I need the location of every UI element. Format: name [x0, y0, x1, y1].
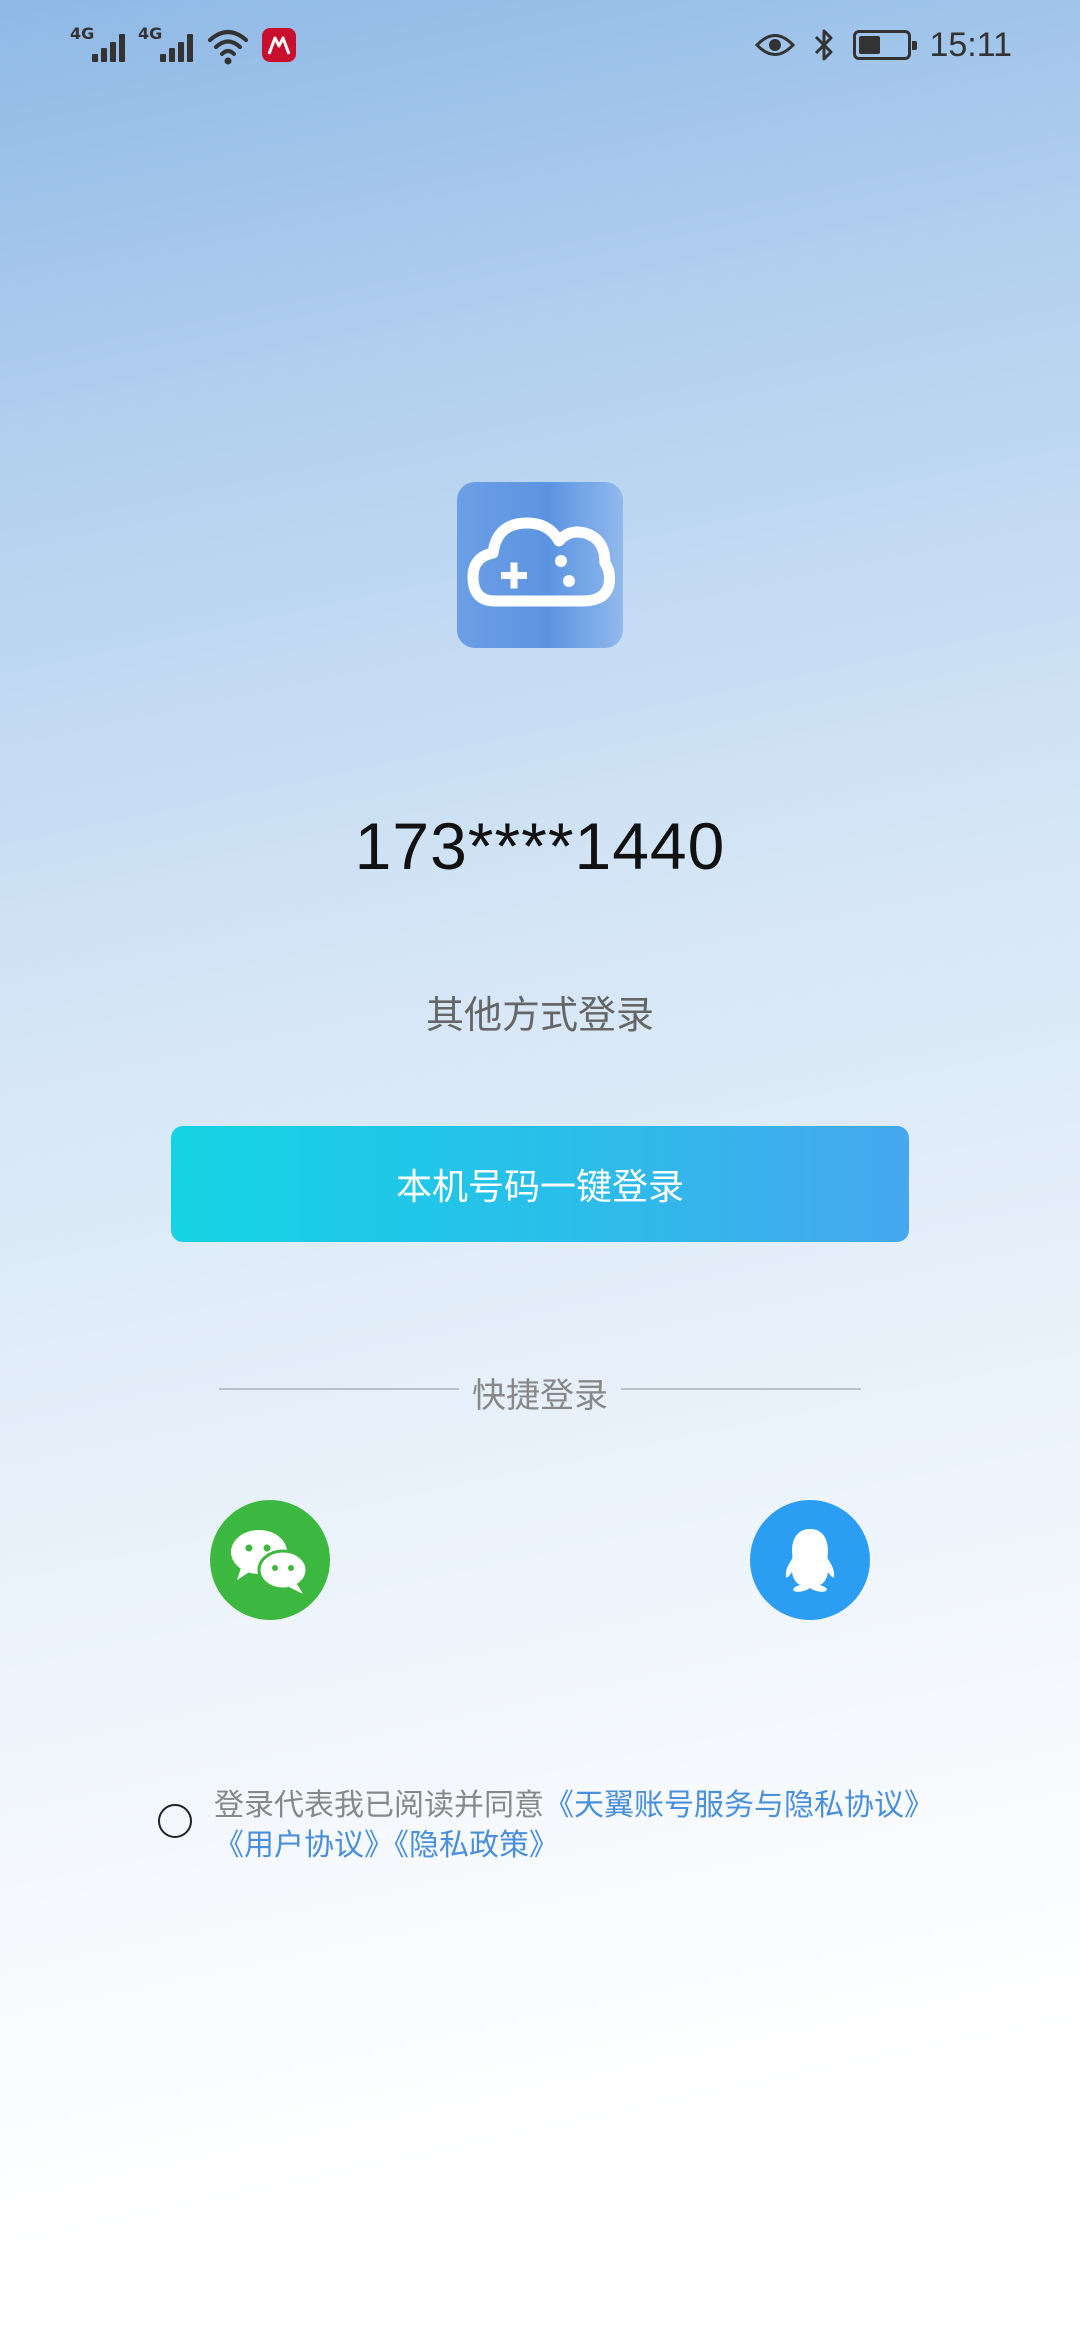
status-bar-left: 4G 4G	[70, 22, 296, 68]
wechat-login-button[interactable]	[210, 1500, 330, 1620]
phone-number: 173****1440	[354, 809, 726, 883]
other-login-methods-link[interactable]: 其他方式登录	[0, 984, 1080, 1039]
wechat-icon	[231, 1530, 309, 1594]
battery-fill	[859, 36, 881, 54]
bluetooth-icon	[815, 29, 833, 61]
signal-icon: 4G	[138, 22, 194, 68]
status-bar-right: 15:11	[755, 20, 1012, 70]
user-agreement-link[interactable]: 《用户协议》	[214, 1828, 394, 1863]
qq-login-button[interactable]	[750, 1500, 870, 1620]
eye-icon	[755, 34, 796, 56]
divider-line	[621, 1388, 861, 1390]
agreement-text: 登录代表我已阅读并同意《天翼账号服务与隐私协议》《用户协议》《隐私政策》	[214, 1786, 994, 1866]
cloud-gamepad-icon	[457, 482, 623, 648]
tianyi-privacy-link[interactable]: 《天翼账号服务与隐私协议》	[544, 1788, 934, 1823]
qq-icon	[785, 1529, 835, 1592]
network-type-label: 4G	[138, 24, 163, 43]
agreement-checkbox[interactable]	[158, 1804, 192, 1838]
one-click-login-button[interactable]: 本机号码一键登录	[171, 1126, 909, 1242]
agreement-prefix: 登录代表我已阅读并同意	[214, 1788, 544, 1823]
battery-icon	[853, 30, 918, 60]
privacy-policy-link[interactable]: 《隐私政策》	[394, 1828, 559, 1863]
clock: 15:11	[929, 25, 1012, 64]
wifi-icon	[208, 30, 248, 65]
app-notification-icon	[262, 28, 296, 62]
network-type-label: 4G	[70, 24, 95, 43]
signal-icon: 4G	[70, 22, 126, 68]
quick-login-label: 快捷登录	[472, 1376, 608, 1416]
status-bar: 4G 4G 15:11	[0, 0, 1080, 90]
quick-login-divider: 快捷登录	[0, 1364, 1080, 1416]
